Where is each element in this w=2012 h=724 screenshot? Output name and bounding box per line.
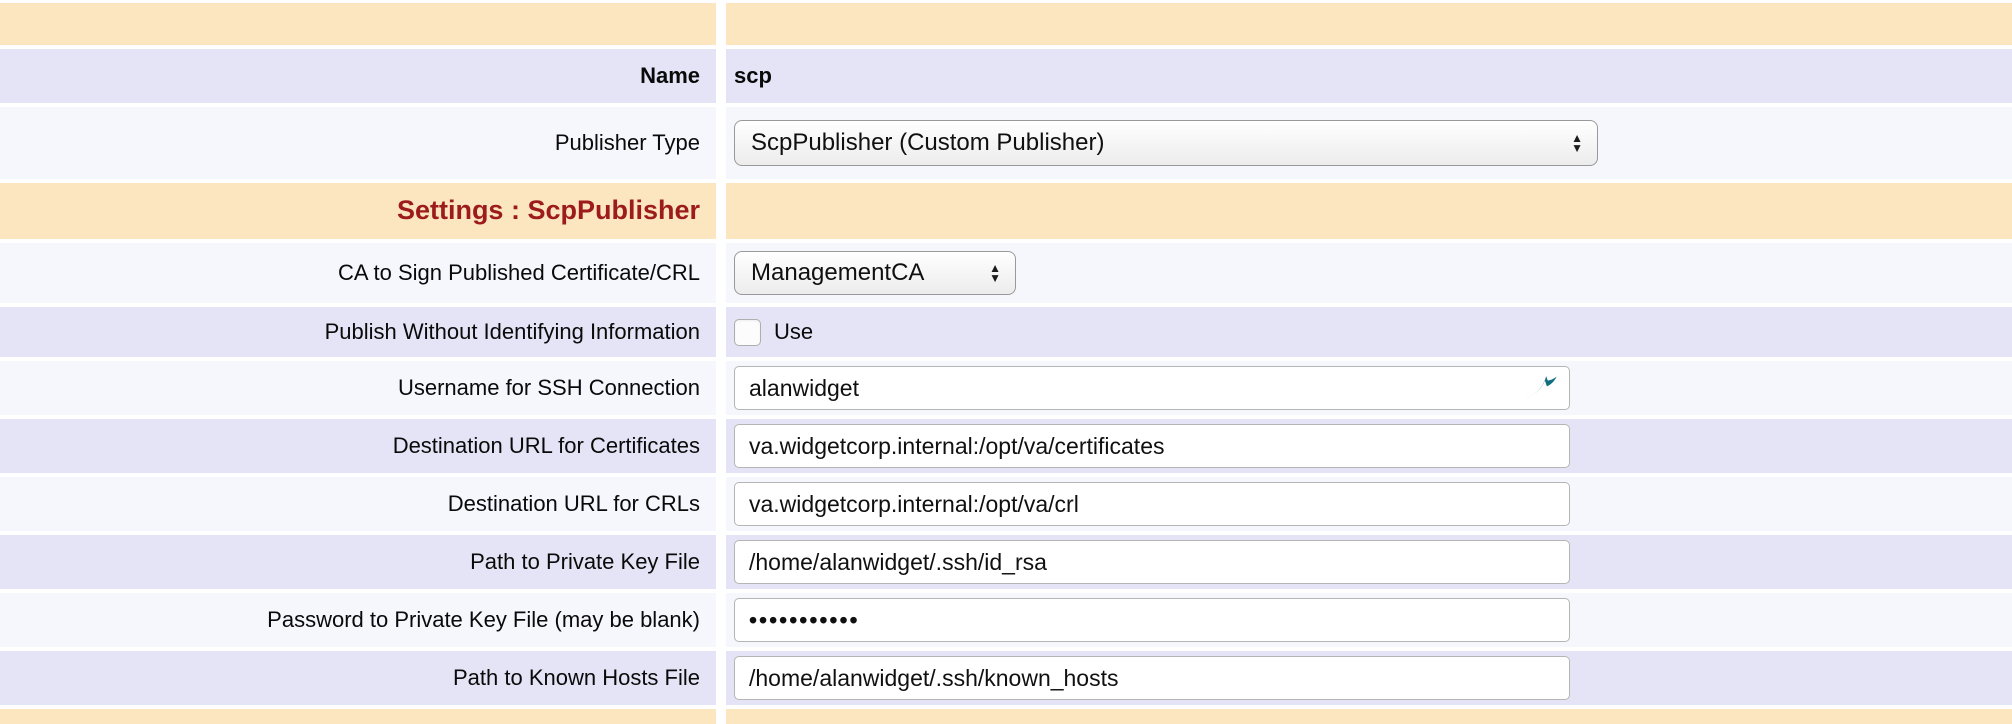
publish-without-info-label: Publish Without Identifying Information [325, 319, 700, 345]
publisher-type-select[interactable]: ScpPublisher (Custom Publisher) ▲▼ [734, 120, 1598, 166]
dashlane-icon[interactable] [1524, 375, 1558, 401]
row-cert-destination: Destination URL for Certificates [0, 419, 2012, 473]
cert-destination-label: Destination URL for Certificates [393, 433, 700, 459]
row-publisher-type: Publisher Type ScpPublisher (Custom Publ… [0, 107, 2012, 179]
row-name: Name scp [0, 49, 2012, 103]
settings-header-title: Settings : ScpPublisher [397, 196, 700, 226]
row-known-hosts-path: Path to Known Hosts File [0, 651, 2012, 705]
private-key-path-input[interactable] [734, 540, 1570, 584]
private-key-path-label: Path to Private Key File [470, 549, 700, 575]
row-publish-without-info: Publish Without Identifying Information … [0, 307, 2012, 357]
publisher-type-selected-value: ScpPublisher (Custom Publisher) [751, 129, 1104, 157]
settings-header-band: Settings : ScpPublisher [0, 183, 2012, 239]
header-band-bottom-right [726, 709, 2012, 724]
publisher-type-label: Publisher Type [555, 130, 700, 156]
ssh-username-label: Username for SSH Connection [398, 375, 700, 401]
publisher-edit-form: Name scp Publisher Type ScpPublisher (Cu… [0, 0, 2012, 724]
header-band-bottom [0, 709, 2012, 724]
ssh-username-input[interactable] [734, 366, 1570, 410]
ca-label: CA to Sign Published Certificate/CRL [338, 260, 700, 286]
private-key-password-label: Password to Private Key File (may be bla… [267, 607, 700, 633]
ca-selected-value: ManagementCA [751, 259, 924, 287]
crl-destination-label: Destination URL for CRLs [448, 491, 700, 517]
cert-destination-input[interactable] [734, 424, 1570, 468]
row-ssh-username: Username for SSH Connection [0, 361, 2012, 415]
header-band-bottom-left [0, 709, 716, 724]
crl-destination-input[interactable] [734, 482, 1570, 526]
known-hosts-path-input[interactable] [734, 656, 1570, 700]
use-checkbox[interactable] [734, 319, 761, 346]
chevron-up-down-icon: ▲▼ [1571, 133, 1583, 153]
ca-select[interactable]: ManagementCA ▲▼ [734, 251, 1016, 295]
known-hosts-path-label: Path to Known Hosts File [453, 665, 700, 691]
row-private-key-password: Password to Private Key File (may be bla… [0, 593, 2012, 647]
header-band-top-right [726, 3, 2012, 45]
row-ca: CA to Sign Published Certificate/CRL Man… [0, 243, 2012, 303]
row-private-key-path: Path to Private Key File [0, 535, 2012, 589]
header-band-top-left [0, 3, 716, 45]
private-key-password-input[interactable] [734, 598, 1570, 642]
name-label: Name [640, 63, 700, 89]
row-crl-destination: Destination URL for CRLs [0, 477, 2012, 531]
header-band-top [0, 3, 2012, 45]
use-checkbox-label: Use [774, 319, 813, 345]
name-value: scp [734, 63, 772, 89]
chevron-up-down-icon: ▲▼ [989, 263, 1001, 283]
